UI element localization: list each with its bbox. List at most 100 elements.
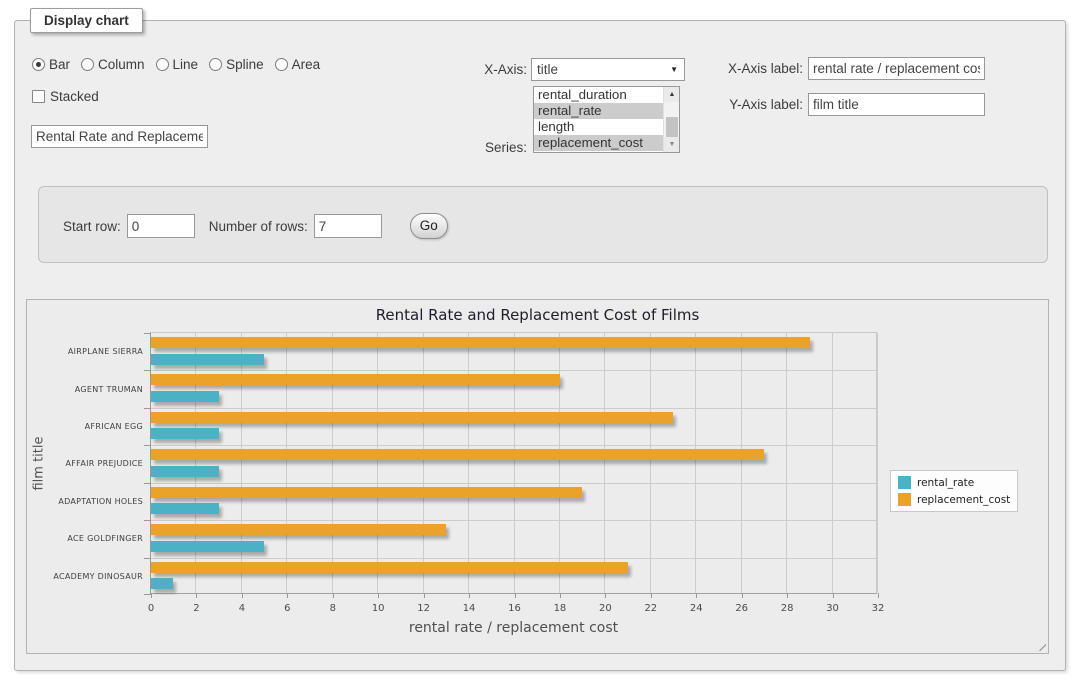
start-row-input[interactable] [127,214,195,238]
bar-rental_rate [151,428,219,439]
series-option-rental_rate[interactable]: rental_rate [534,103,663,119]
bar-rental_rate [151,354,264,365]
legend-label: replacement_cost [917,494,1010,506]
resize-grip-icon[interactable] [1034,639,1046,651]
radio-label: Spline [226,57,264,72]
gridline-vertical [559,333,560,593]
chart-title: Rental Rate and Replacement Cost of Film… [27,306,1048,324]
chart-title-input[interactable] [31,125,208,148]
chart-container: Rental Rate and Replacement Cost of Film… [26,299,1049,654]
radio-bar[interactable] [32,58,45,71]
series-listbox-scrollbar[interactable]: ▲ ▼ [663,87,679,152]
x-axis-tick [560,593,561,598]
y-category-label: AGENT TRUMAN [29,370,143,407]
bar-rental_rate [151,578,173,589]
series-select-label: Series: [435,140,527,155]
radio-option-bar[interactable]: Bar [32,57,70,72]
bar-replacement_cost [151,562,628,573]
x-tick-label: 20 [585,603,625,614]
x-tick-label: 16 [495,603,535,614]
gridline-vertical [514,333,515,593]
x-tick-label: 4 [222,603,262,614]
y-category-label: AFRICAN EGG [29,408,143,445]
display-chart-fieldset: Display chart BarColumnLineSplineArea St… [14,20,1066,671]
gridline-vertical [786,333,787,593]
scrollbar-thumb[interactable] [666,117,678,139]
series-listbox[interactable]: rental_durationrental_ratelengthreplacem… [533,86,680,153]
x-tick-label: 18 [540,603,580,614]
y-axis-tick [144,370,151,371]
radio-option-spline[interactable]: Spline [209,57,264,72]
num-rows-label: Number of rows: [209,219,308,234]
x-axis-label-input[interactable] [808,57,985,80]
num-rows-input[interactable] [314,214,382,238]
bar-replacement_cost [151,337,810,348]
x-axis-tick [651,593,652,598]
bar-replacement_cost [151,449,764,460]
chart-type-radios: Bar Column Line Spline Area [32,57,320,72]
y-axis-tick [144,333,151,334]
gridline-vertical [241,333,242,593]
series-option-replacement_cost[interactable]: replacement_cost [534,135,663,151]
y-axis-label-input[interactable] [808,93,985,116]
x-axis-tick [833,593,834,598]
stacked-checkbox[interactable] [32,90,45,103]
radio-spline[interactable] [209,58,222,71]
scroll-down-icon[interactable]: ▼ [664,137,680,152]
x-axis-tick [787,593,788,598]
series-option-rental_duration[interactable]: rental_duration [534,87,663,103]
x-axis-tick [333,593,334,598]
x-axis-tick [287,593,288,598]
y-axis-tick [144,558,151,559]
y-axis-tick [144,483,151,484]
radio-option-line[interactable]: Line [156,57,199,72]
x-axis-tick [242,593,243,598]
y-axis-label-caption: Y-Axis label: [715,97,803,112]
x-axis-tick [469,593,470,598]
gridline-horizontal [151,445,876,446]
gridline-vertical [832,333,833,593]
gridline-horizontal [151,408,876,409]
x-axis-tick [378,593,379,598]
radio-column[interactable] [81,58,94,71]
x-axis-selected-value: title [537,62,558,77]
legend-label: rental_rate [917,477,974,489]
gridline-horizontal [151,520,876,521]
gridline-horizontal [151,370,876,371]
gridline-horizontal [151,483,876,484]
x-tick-label: 10 [358,603,398,614]
gridline-horizontal [151,558,876,559]
stacked-label: Stacked [50,89,99,104]
radio-line[interactable] [156,58,169,71]
x-tick-label: 8 [313,603,353,614]
x-tick-label: 14 [449,603,489,614]
x-axis-tick [151,593,152,598]
y-category-label: ADAPTATION HOLES [29,483,143,520]
scroll-up-icon[interactable]: ▲ [664,87,680,102]
bar-rental_rate [151,541,264,552]
x-axis-select-label: X-Axis: [435,62,527,77]
x-axis-tick [742,593,743,598]
radio-option-column[interactable]: Column [81,57,145,72]
radio-area[interactable] [275,58,288,71]
bar-replacement_cost [151,487,582,498]
y-axis-tick [144,594,151,595]
legend-item: rental_rate [898,476,1010,489]
radio-label: Bar [49,57,70,72]
stacked-option[interactable]: Stacked [32,89,99,104]
go-button[interactable]: Go [410,213,448,239]
x-axis-select[interactable]: title ▼ [531,58,685,81]
series-option-length[interactable]: length [534,119,663,135]
radio-label: Line [173,57,199,72]
radio-option-area[interactable]: Area [275,57,321,72]
x-tick-label: 28 [767,603,807,614]
gridline-vertical [195,333,196,593]
chart-legend: rental_rate replacement_cost [890,470,1018,512]
plot-area: AIRPLANE SIERRAAGENT TRUMANAFRICAN EGGAF… [150,332,877,594]
rows-panel: Start row: Number of rows: Go [38,186,1048,263]
x-tick-label: 30 [813,603,853,614]
y-axis-tick [144,408,151,409]
x-tick-label: 0 [131,603,171,614]
gridline-vertical [741,333,742,593]
legend-swatch-rental_rate [898,476,911,489]
